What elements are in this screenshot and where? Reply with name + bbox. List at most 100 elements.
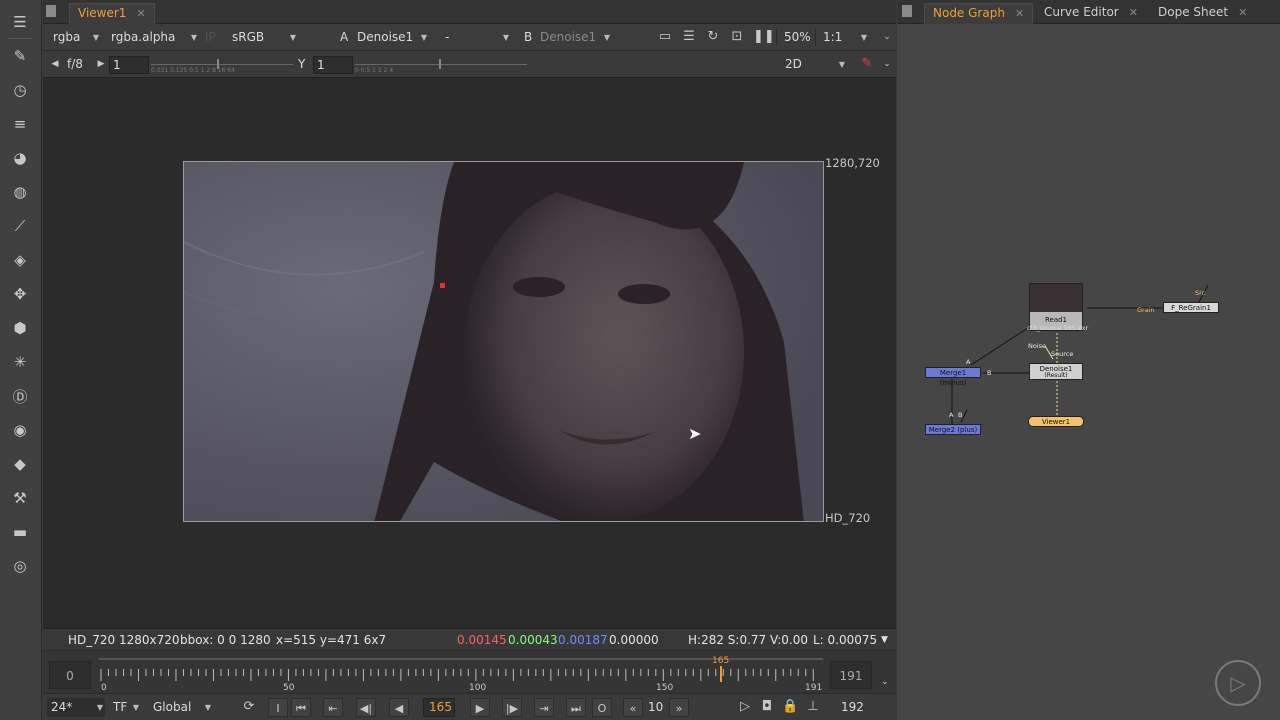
compare-mode-value: - xyxy=(445,30,450,44)
gamma-slider[interactable]: 0 0.5 1 1 2 4 xyxy=(355,57,527,74)
folder-icon[interactable]: ▬ xyxy=(9,521,31,543)
fps-dropdown[interactable]: 24* ▼ xyxy=(47,698,105,717)
tab-dope-sheet[interactable]: Dope Sheet ✕ xyxy=(1150,3,1255,24)
record-icon[interactable]: ◘ xyxy=(759,699,775,715)
prev-frame-icon[interactable]: ◀| xyxy=(356,698,376,717)
alpha-dropdown[interactable]: rgba.alpha ▼ xyxy=(107,28,199,47)
fire-icon[interactable]: ◎ xyxy=(9,555,31,577)
chevron-down-icon[interactable]: ⌄ xyxy=(881,677,889,687)
channel-icon[interactable]: ≡ xyxy=(9,113,31,135)
menu-icon[interactable]: ☰ xyxy=(9,11,31,33)
pixel-info-bar: HD_720 1280x720 bbox: 0 0 1280 x=515 y=4… xyxy=(43,628,896,650)
gain-field[interactable]: 1 xyxy=(109,56,149,74)
a-input-value: Denoise1 xyxy=(357,30,414,44)
paint-icon[interactable]: ✎ xyxy=(859,56,875,72)
a-input-dropdown[interactable]: Denoise1 ▼ xyxy=(353,28,429,47)
play-backward-icon[interactable]: ◀ xyxy=(389,698,409,717)
roi-icon[interactable]: ⊡ xyxy=(729,29,745,45)
paint-brush-icon[interactable]: ✎ xyxy=(9,45,31,67)
colorspace-dropdown[interactable]: sRGB ▼ xyxy=(228,28,298,47)
playhead[interactable] xyxy=(720,666,722,682)
loop-icon[interactable]: ⟳ xyxy=(241,699,257,715)
layers-icon[interactable]: ◈ xyxy=(9,249,31,271)
close-icon[interactable]: ✕ xyxy=(136,7,145,20)
next-frame-icon[interactable]: |▶ xyxy=(502,698,522,717)
merge1-node[interactable]: Merge1 (minus) xyxy=(925,367,981,387)
merge2-a-label: A xyxy=(949,411,954,419)
chevron-down-icon[interactable]: ▼ xyxy=(881,629,888,651)
tick-label: 50 xyxy=(283,683,295,693)
step-forward-icon[interactable]: » xyxy=(669,698,689,717)
range-icon[interactable]: ⊥ xyxy=(805,699,821,715)
expand-icon[interactable]: ⌄ xyxy=(879,29,895,45)
gain-slider[interactable]: 0.031 0.125 0.5 1 2 8 16 64 xyxy=(151,57,293,74)
close-icon[interactable]: ✕ xyxy=(1238,6,1247,19)
tick-label: 150 xyxy=(656,683,674,693)
view-mode-dropdown[interactable]: 2D ▼ xyxy=(781,55,847,74)
play-overlay-icon[interactable]: ▷ xyxy=(1215,660,1261,706)
pane-menu-icon[interactable] xyxy=(46,5,56,17)
lock-icon[interactable]: 🔒 xyxy=(782,699,798,715)
prev-keyframe-icon[interactable]: ⇤ xyxy=(323,698,343,717)
pause-icon[interactable]: ❚❚ xyxy=(753,29,775,45)
decrease-stop-icon[interactable]: ◀ xyxy=(47,56,63,72)
wrench-icon[interactable]: ⚒ xyxy=(9,487,31,509)
merge1-node-label: Merge1 (minus) xyxy=(939,369,967,387)
sphere-icon[interactable]: ◍ xyxy=(9,181,31,203)
zoom-value[interactable]: 50% xyxy=(784,28,811,47)
play-forward-icon[interactable]: ▶ xyxy=(470,698,490,717)
current-frame-field[interactable]: 165 xyxy=(423,698,455,717)
list-icon[interactable]: ☰ xyxy=(681,29,697,45)
viewer-node[interactable]: Viewer1 xyxy=(1028,416,1084,427)
chevron-down-icon: ▼ xyxy=(502,33,509,42)
read-node-file: cl3_source.165.exr xyxy=(1027,324,1089,332)
end-frame-field[interactable]: 192 xyxy=(841,698,864,717)
viewer-canvas[interactable]: 1280,720 HD_720 ➤ xyxy=(43,79,896,628)
ratio-dropdown[interactable]: 1:1 ▼ xyxy=(819,28,869,47)
chevron-down-icon: ▼ xyxy=(204,703,211,712)
channels-dropdown[interactable]: rgba ▼ xyxy=(49,28,101,47)
fstop-value[interactable]: f/8 xyxy=(67,55,83,74)
last-frame-icon[interactable]: ⏭ xyxy=(566,698,586,717)
out-point-field[interactable]: 191 xyxy=(830,661,872,689)
set-out-button[interactable]: O xyxy=(592,698,612,717)
bbox-info: bbox: 0 0 1280 xyxy=(180,633,271,647)
close-icon[interactable]: ✕ xyxy=(1129,6,1138,19)
transform-icon[interactable]: ✥ xyxy=(9,283,31,305)
color-wheel-icon[interactable]: ◕ xyxy=(9,147,31,169)
tab-viewer1[interactable]: Viewer1 ✕ xyxy=(69,3,155,24)
gamma-field[interactable]: 1 xyxy=(313,56,353,74)
compare-mode-dropdown[interactable]: - ▼ xyxy=(441,28,511,47)
scope-dropdown[interactable]: Global ▼ xyxy=(149,698,213,717)
deep-icon[interactable]: Ⓓ xyxy=(9,385,31,407)
set-in-button[interactable]: I xyxy=(268,698,288,717)
pane-menu-icon[interactable] xyxy=(902,5,912,17)
eye-icon[interactable]: ◉ xyxy=(9,419,31,441)
increase-stop-icon[interactable]: ▶ xyxy=(93,56,109,72)
time-format-dropdown[interactable]: TF ▼ xyxy=(109,698,141,717)
b-input-value: Denoise1 xyxy=(540,30,597,44)
flipbook-icon[interactable]: ▷ xyxy=(737,699,753,715)
merge2-node[interactable]: Merge2 (plus) xyxy=(925,424,981,435)
regrain-node[interactable]: F_ReGrain1 xyxy=(1163,302,1219,313)
denoise-node[interactable]: Denoise1 (Result) xyxy=(1029,363,1083,380)
expand-icon[interactable]: ⌄ xyxy=(879,56,895,72)
clock-icon[interactable]: ◷ xyxy=(9,79,31,101)
cube-icon[interactable]: ⬢ xyxy=(9,317,31,339)
in-point-field[interactable]: 0 xyxy=(49,661,91,689)
b-input-dropdown[interactable]: Denoise1 ▼ xyxy=(536,28,612,47)
tab-node-graph[interactable]: Node Graph ✕ xyxy=(924,3,1034,24)
step-back-icon[interactable]: « xyxy=(623,698,643,717)
coords-info: x=515 y=471 6x7 xyxy=(276,633,387,647)
particles-icon[interactable]: ✳ xyxy=(9,351,31,373)
wipe-icon[interactable]: ▭ xyxy=(657,29,673,45)
step-value[interactable]: 10 xyxy=(648,698,663,717)
first-frame-icon[interactable]: ⏮ xyxy=(291,698,311,717)
tab-curve-editor[interactable]: Curve Editor ✕ xyxy=(1036,3,1146,24)
filter-icon[interactable]: ⟋ xyxy=(9,215,31,237)
ip-toggle[interactable]: IP xyxy=(205,28,216,47)
next-keyframe-icon[interactable]: ⇥ xyxy=(534,698,554,717)
refresh-icon[interactable]: ↻ xyxy=(705,29,721,45)
tag-icon[interactable]: ◆ xyxy=(9,453,31,475)
close-icon[interactable]: ✕ xyxy=(1015,7,1024,20)
